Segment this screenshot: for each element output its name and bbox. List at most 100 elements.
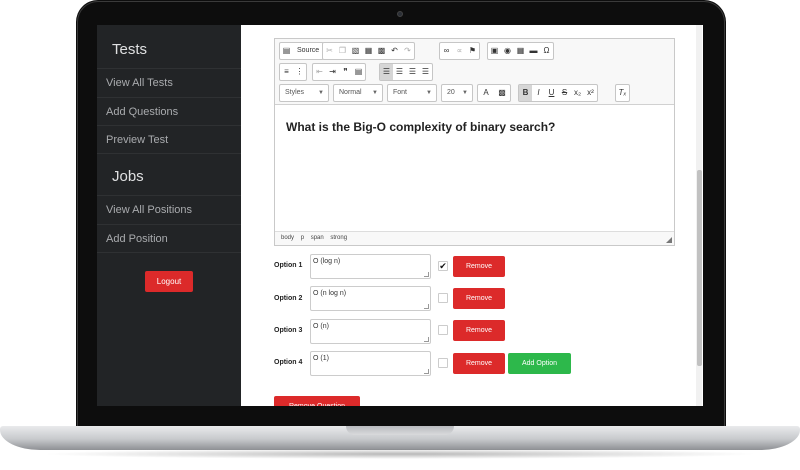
cut-icon[interactable]: ✂ bbox=[323, 43, 336, 59]
remove-option-button[interactable]: Remove bbox=[453, 353, 505, 374]
scrollbar-thumb[interactable] bbox=[697, 170, 702, 366]
path-item[interactable]: span bbox=[311, 235, 324, 241]
resize-grip-icon[interactable] bbox=[666, 237, 672, 243]
sidebar-item-view-all-tests[interactable]: View All Tests bbox=[97, 68, 241, 96]
sidebar-item-add-questions[interactable]: Add Questions bbox=[97, 97, 241, 125]
chevron-down-icon: ▼ bbox=[372, 90, 378, 96]
special-char-icon[interactable]: Ω bbox=[540, 43, 553, 59]
toolbar-group-indent: ⇤ ⇥ ❞ ▤ bbox=[312, 63, 366, 81]
paste-word-icon[interactable]: ▩ bbox=[375, 43, 388, 59]
sidebar-item-add-position[interactable]: Add Position bbox=[97, 224, 241, 252]
size-select[interactable]: 20 ▼ bbox=[441, 84, 473, 102]
sidebar: Tests View All Tests Add Questions Previ… bbox=[97, 25, 241, 406]
italic-icon[interactable]: I bbox=[532, 85, 545, 101]
editor-content[interactable]: What is the Big-O complexity of binary s… bbox=[286, 120, 555, 134]
div-container-icon[interactable]: ▤ bbox=[352, 64, 365, 80]
strikethrough-icon[interactable]: S bbox=[558, 85, 571, 101]
toolbar-group-remove-format: Tₓ bbox=[615, 84, 630, 102]
option-label: Option 2 bbox=[274, 295, 303, 302]
option-3-correct-checkbox[interactable] bbox=[438, 325, 448, 335]
superscript-icon[interactable]: x² bbox=[584, 85, 597, 101]
toolbar-group-lists: ≡ ⋮ bbox=[279, 63, 307, 81]
format-select-value: Normal bbox=[339, 89, 362, 96]
laptop-notch bbox=[346, 426, 454, 435]
sidebar-heading-jobs: Jobs bbox=[112, 168, 144, 185]
editor-toolbar: ▤ Source ✂ ❐ ▧ ▦ ▩ ↶ ↷ ∞ ∝ ⚑ ▣ ◉ ▦ ▬ Ω ≡… bbox=[275, 39, 674, 105]
path-item[interactable]: p bbox=[301, 235, 304, 241]
numbered-list-icon[interactable]: ≡ bbox=[280, 64, 293, 80]
path-item[interactable]: strong bbox=[330, 235, 347, 241]
remove-option-button[interactable]: Remove bbox=[453, 288, 505, 309]
option-label: Option 3 bbox=[274, 327, 303, 334]
flash-icon[interactable]: ◉ bbox=[501, 43, 514, 59]
toolbar-group-align: ☰ ☰ ☰ ☰ bbox=[379, 63, 433, 81]
sidebar-item-preview-test[interactable]: Preview Test bbox=[97, 125, 241, 153]
undo-icon[interactable]: ↶ bbox=[388, 43, 401, 59]
remove-option-button[interactable]: Remove bbox=[453, 256, 505, 277]
option-4-input[interactable]: O (1) bbox=[310, 351, 431, 376]
rich-text-editor[interactable]: ▤ Source ✂ ❐ ▧ ▦ ▩ ↶ ↷ ∞ ∝ ⚑ ▣ ◉ ▦ ▬ Ω ≡… bbox=[274, 38, 675, 246]
main-content: ▤ Source ✂ ❐ ▧ ▦ ▩ ↶ ↷ ∞ ∝ ⚑ ▣ ◉ ▦ ▬ Ω ≡… bbox=[241, 25, 703, 406]
option-1-input[interactable]: O (log n) bbox=[310, 254, 431, 279]
redo-icon[interactable]: ↷ bbox=[401, 43, 414, 59]
format-select[interactable]: Normal ▼ bbox=[333, 84, 383, 102]
horizontal-rule-icon[interactable]: ▬ bbox=[527, 43, 540, 59]
font-select[interactable]: Font ▼ bbox=[387, 84, 437, 102]
laptop-shadow bbox=[40, 449, 760, 459]
align-left-icon[interactable]: ☰ bbox=[380, 64, 393, 80]
align-right-icon[interactable]: ☰ bbox=[406, 64, 419, 80]
source-button[interactable]: Source bbox=[293, 43, 323, 59]
sidebar-divider bbox=[97, 252, 241, 254]
camera-icon bbox=[397, 11, 403, 17]
font-select-value: Font bbox=[393, 89, 408, 96]
path-item[interactable]: body bbox=[281, 235, 294, 241]
image-icon[interactable]: ▣ bbox=[488, 43, 501, 59]
styles-select[interactable]: Styles ▼ bbox=[279, 84, 329, 102]
size-select-value: 20 bbox=[447, 89, 455, 96]
background-color-icon[interactable]: ▩ bbox=[494, 85, 510, 101]
toolbar-group-clipboard: ✂ ❐ ▧ ▦ ▩ ↶ ↷ bbox=[322, 42, 415, 60]
option-label: Option 1 bbox=[274, 262, 303, 269]
copy-icon[interactable]: ❐ bbox=[336, 43, 349, 59]
table-icon[interactable]: ▦ bbox=[514, 43, 527, 59]
add-option-button[interactable]: Add Option bbox=[508, 353, 571, 374]
remove-option-button[interactable]: Remove bbox=[453, 320, 505, 341]
source-icon[interactable]: ▤ bbox=[280, 43, 293, 59]
logout-button[interactable]: Logout bbox=[145, 271, 193, 292]
sidebar-heading-tests: Tests bbox=[112, 41, 148, 58]
remove-format-icon[interactable]: Tₓ bbox=[616, 85, 629, 101]
underline-icon[interactable]: U bbox=[545, 85, 558, 101]
chevron-down-icon: ▼ bbox=[318, 90, 324, 96]
align-center-icon[interactable]: ☰ bbox=[393, 64, 406, 80]
toolbar-group-source: ▤ Source bbox=[279, 42, 325, 60]
blockquote-icon[interactable]: ❞ bbox=[339, 64, 352, 80]
option-3-input[interactable]: O (n) bbox=[310, 319, 431, 344]
link-icon[interactable]: ∞ bbox=[440, 43, 453, 59]
toolbar-group-basic-styles: B I U S x₂ x² bbox=[518, 84, 598, 102]
option-label: Option 4 bbox=[274, 359, 303, 366]
remove-question-button[interactable]: Remove Question bbox=[274, 396, 360, 406]
screen: Tests View All Tests Add Questions Previ… bbox=[97, 25, 703, 406]
option-4-correct-checkbox[interactable] bbox=[438, 358, 448, 368]
indent-icon[interactable]: ⇥ bbox=[326, 64, 339, 80]
sidebar-divider bbox=[97, 153, 241, 155]
paste-text-icon[interactable]: ▦ bbox=[362, 43, 375, 59]
subscript-icon[interactable]: x₂ bbox=[571, 85, 584, 101]
styles-select-value: Styles bbox=[285, 89, 305, 96]
bold-icon[interactable]: B bbox=[519, 85, 532, 101]
outdent-icon[interactable]: ⇤ bbox=[313, 64, 326, 80]
chevron-down-icon: ▼ bbox=[462, 90, 468, 96]
toolbar-group-colors: A ▩ bbox=[477, 84, 511, 102]
anchor-icon[interactable]: ⚑ bbox=[466, 43, 479, 59]
paste-icon[interactable]: ▧ bbox=[349, 43, 362, 59]
align-justify-icon[interactable]: ☰ bbox=[419, 64, 432, 80]
option-2-input[interactable]: O (n log n) bbox=[310, 286, 431, 311]
option-2-correct-checkbox[interactable] bbox=[438, 293, 448, 303]
bulleted-list-icon[interactable]: ⋮ bbox=[293, 64, 306, 80]
unlink-icon[interactable]: ∝ bbox=[453, 43, 466, 59]
toolbar-group-links: ∞ ∝ ⚑ bbox=[439, 42, 480, 60]
option-1-correct-checkbox[interactable]: ✔ bbox=[438, 261, 448, 271]
text-color-icon[interactable]: A bbox=[478, 85, 494, 101]
editor-element-path: body p span strong bbox=[275, 231, 674, 245]
sidebar-item-view-all-positions[interactable]: View All Positions bbox=[97, 195, 241, 223]
